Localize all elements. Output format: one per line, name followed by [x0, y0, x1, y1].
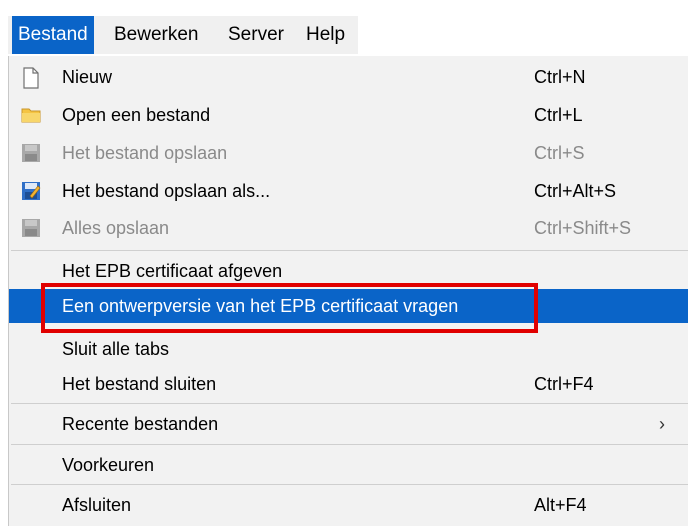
- menu-item-voorkeuren[interactable]: Voorkeuren: [9, 448, 688, 482]
- menu-item-sluit-alle-tabs[interactable]: Sluit alle tabs: [9, 332, 688, 366]
- menu-item-label: Voorkeuren: [62, 455, 155, 475]
- menu-item-label: Sluit alle tabs: [62, 339, 170, 359]
- menu-item-open[interactable]: Open een bestand Ctrl+L: [9, 98, 688, 132]
- highlight-annotation-box: [41, 283, 538, 333]
- chevron-right-icon: ›: [659, 414, 665, 434]
- menu-item-shortcut: Ctrl+Alt+S: [534, 181, 617, 201]
- menu-item-shortcut: Ctrl+Shift+S: [534, 218, 632, 238]
- menu-separator: [11, 444, 688, 445]
- folder-icon: [21, 105, 41, 125]
- menu-item-nieuw[interactable]: Nieuw Ctrl+N: [9, 60, 688, 94]
- menu-item-shortcut: Ctrl+L: [534, 105, 583, 125]
- document-icon: [21, 67, 41, 89]
- menu-separator: [11, 403, 688, 404]
- menu-separator: [11, 484, 688, 485]
- save-icon: [21, 143, 41, 163]
- menu-item-shortcut: Ctrl+S: [534, 143, 585, 163]
- menu-item-label: Nieuw: [62, 67, 113, 87]
- menu-item-label: Open een bestand: [62, 105, 211, 125]
- menu-item-label: Het bestand sluiten: [62, 374, 217, 394]
- menu-item-shortcut: Alt+F4: [534, 495, 587, 515]
- menu-item-bestand-sluiten[interactable]: Het bestand sluiten Ctrl+F4: [9, 367, 688, 401]
- menu-item-label: Het bestand opslaan: [62, 143, 228, 163]
- menu-server[interactable]: Server: [222, 16, 290, 54]
- save-all-icon: [21, 218, 41, 238]
- menu-separator: [11, 250, 688, 251]
- menu-item-label: Het bestand opslaan als...: [62, 181, 271, 201]
- menu-item-alles-opslaan: Alles opslaan Ctrl+Shift+S: [9, 211, 688, 245]
- menu-item-label: Recente bestanden: [62, 414, 219, 434]
- menu-item-opslaan: Het bestand opslaan Ctrl+S: [9, 136, 688, 170]
- menu-item-recente-bestanden[interactable]: Recente bestanden ›: [9, 407, 688, 441]
- menu-bewerken[interactable]: Bewerken: [108, 16, 205, 54]
- menu-item-shortcut: Ctrl+N: [534, 67, 586, 87]
- menu-item-shortcut: Ctrl+F4: [534, 374, 594, 394]
- menu-item-label: Afsluiten: [62, 495, 132, 515]
- menu-help[interactable]: Help: [300, 16, 351, 54]
- menu-item-opslaan-als[interactable]: Het bestand opslaan als... Ctrl+Alt+S: [9, 174, 688, 208]
- menu-bestand[interactable]: Bestand: [12, 16, 94, 54]
- menu-item-afsluiten[interactable]: Afsluiten Alt+F4: [9, 488, 688, 522]
- save-as-icon: [21, 181, 41, 201]
- menu-item-label: Alles opslaan: [62, 218, 170, 238]
